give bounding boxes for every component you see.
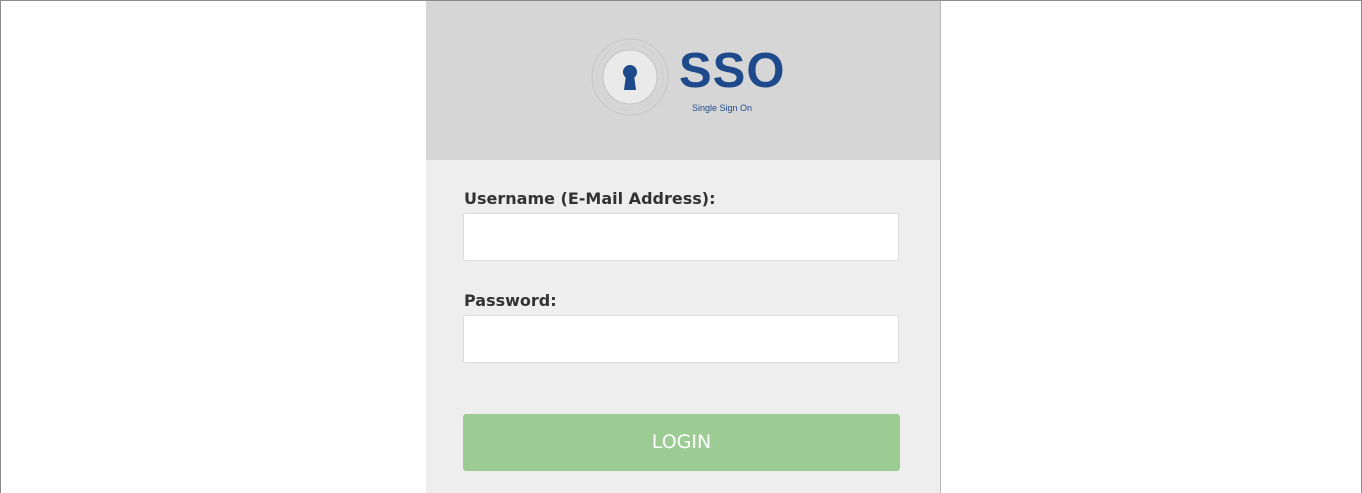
logo-subtitle: Single Sign On xyxy=(692,103,753,113)
sso-logo: SSO Single Sign On xyxy=(586,37,786,127)
username-input[interactable] xyxy=(463,213,899,261)
logo-title: SSO xyxy=(679,44,786,98)
keyhole-icon xyxy=(591,38,669,116)
username-label: Username (E-Mail Address): xyxy=(464,189,716,208)
password-input[interactable] xyxy=(463,315,899,363)
login-header: SSO Single Sign On xyxy=(426,1,940,160)
password-label: Password: xyxy=(464,291,557,310)
login-button[interactable]: LOGIN xyxy=(463,414,900,471)
login-card: SSO Single Sign On Username (E-Mail Addr… xyxy=(426,1,941,493)
